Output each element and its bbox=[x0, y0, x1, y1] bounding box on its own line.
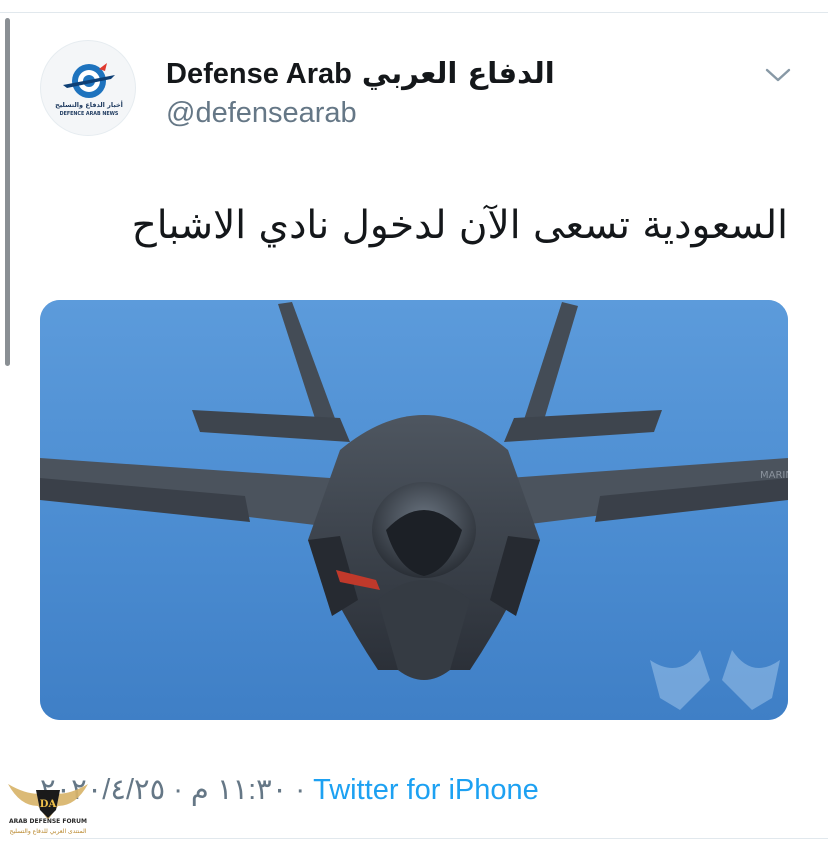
author-name-ar: الدفاع العربي bbox=[361, 56, 555, 90]
chevron-down-icon[interactable] bbox=[763, 60, 793, 90]
fighter-jet-image: MARINES bbox=[40, 300, 788, 720]
tweet-text: السعودية تسعى الآن لدخول نادي الاشباح bbox=[131, 203, 788, 248]
author-name[interactable]: Defense Arab الدفاع العربي bbox=[166, 56, 555, 91]
tweet-source-link[interactable]: Twitter for iPhone bbox=[313, 774, 539, 806]
logo-text-ar: أخبار الدفاع والتسليح bbox=[55, 100, 123, 109]
defense-arab-logo-icon: أخبار الدفاع والتسليح DEFENCE ARAB NEWS bbox=[55, 63, 123, 117]
tweet-meta: ١١:٣٠ م · ٢٠٢٠/٤/٢٥ · Twitter for iPhone bbox=[40, 772, 539, 807]
author-name-en: Defense Arab bbox=[166, 58, 352, 90]
scrollbar[interactable] bbox=[5, 18, 10, 366]
top-divider bbox=[0, 12, 828, 13]
tweet-image[interactable]: MARINES bbox=[40, 300, 788, 720]
author-handle[interactable]: @defensearab bbox=[166, 97, 357, 130]
aircraft-marking: MARINES bbox=[760, 470, 788, 481]
forum-badge-text: DA bbox=[40, 799, 57, 810]
forum-watermark-title: ARAB DEFENSE FORUM bbox=[8, 818, 88, 825]
logo-text-en: DEFENCE ARAB NEWS bbox=[60, 111, 119, 117]
bottom-divider bbox=[40, 838, 828, 839]
avatar[interactable]: أخبار الدفاع والتسليح DEFENCE ARAB NEWS bbox=[40, 40, 136, 136]
forum-watermark-subtitle: المنتدى العربي للدفاع والتسليح bbox=[9, 828, 87, 835]
